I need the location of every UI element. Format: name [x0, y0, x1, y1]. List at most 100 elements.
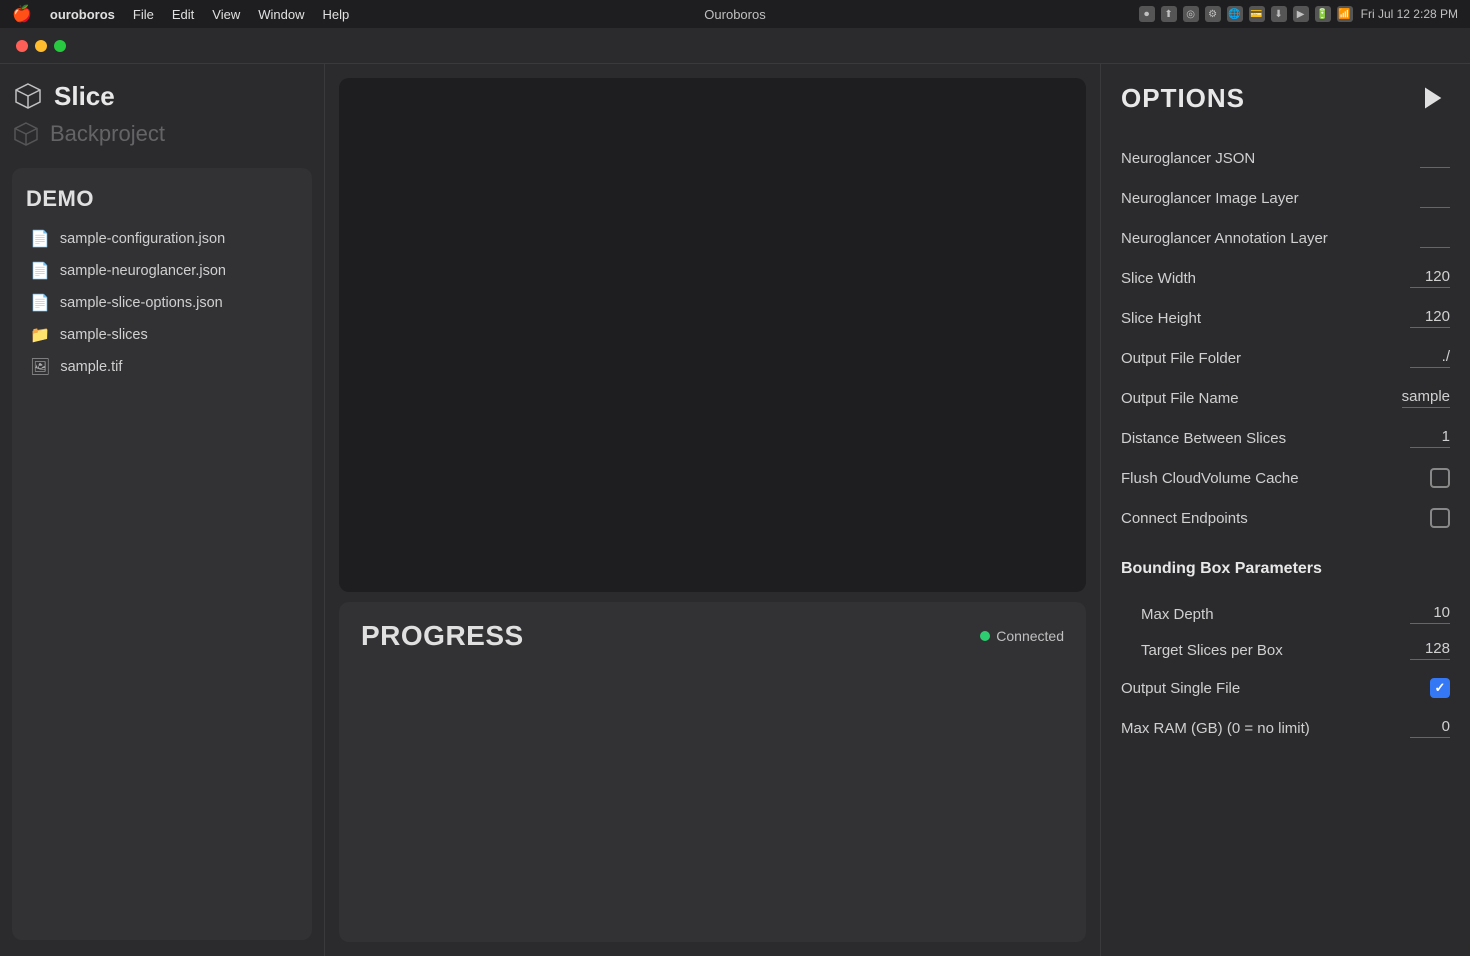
icon-7: ⬇ — [1271, 6, 1287, 22]
option-value[interactable]: ./ — [1410, 348, 1450, 368]
progress-panel: PROGRESS Connected — [339, 602, 1086, 942]
file-name: sample-slices — [60, 327, 148, 343]
list-item[interactable]: 📄 sample-neuroglancer.json — [26, 258, 298, 284]
option-row-target-slices: Target Slices per Box 128 — [1121, 632, 1450, 668]
maximize-button[interactable] — [54, 40, 66, 52]
progress-header: PROGRESS Connected — [361, 620, 1064, 652]
slice-title-row: Slice — [12, 80, 312, 112]
close-button[interactable] — [16, 40, 28, 52]
viewer-panel — [339, 78, 1086, 592]
flush-cache-checkbox[interactable] — [1430, 468, 1450, 488]
output-single-checkbox[interactable] — [1430, 678, 1450, 698]
icon-4: ⚙ — [1205, 6, 1221, 22]
option-value[interactable]: 10 — [1410, 604, 1450, 624]
option-value[interactable]: 128 — [1410, 640, 1450, 660]
menu-window[interactable]: Window — [258, 7, 304, 22]
option-row-neuroglancer-json: Neuroglancer JSON — [1121, 138, 1450, 178]
backproject-icon — [12, 120, 40, 148]
option-value[interactable]: 0 — [1410, 718, 1450, 738]
option-row-distance: Distance Between Slices 1 — [1121, 418, 1450, 458]
run-button[interactable] — [1414, 80, 1450, 116]
connected-dot — [980, 631, 990, 641]
file-name: sample-configuration.json — [60, 231, 225, 247]
icon-3: ◎ — [1183, 6, 1199, 22]
option-row-slice-height: Slice Height 120 — [1121, 298, 1450, 338]
option-label: Neuroglancer JSON — [1121, 150, 1255, 167]
bounding-box-header: Bounding Box Parameters — [1121, 548, 1322, 586]
option-label: Output File Folder — [1121, 350, 1241, 367]
option-label: Output File Name — [1121, 390, 1239, 407]
menu-help[interactable]: Help — [322, 7, 349, 22]
option-label: Target Slices per Box — [1141, 642, 1283, 659]
icon-6: 💳 — [1249, 6, 1265, 22]
menu-file[interactable]: File — [133, 7, 154, 22]
main-layout: Slice Backproject DEMO 📄 sample-configur… — [0, 64, 1470, 956]
menubar-title: Ouroboros — [704, 7, 765, 22]
option-value-blank[interactable] — [1420, 148, 1450, 168]
connected-status: Connected — [996, 628, 1064, 644]
sidebar-header: Slice Backproject — [12, 80, 312, 148]
option-value[interactable]: 120 — [1410, 268, 1450, 288]
option-label: Slice Width — [1121, 270, 1196, 287]
option-row-output-folder: Output File Folder ./ — [1121, 338, 1450, 378]
icon-1: ⏺ — [1139, 6, 1155, 22]
option-row-output-single: Output Single File — [1121, 668, 1450, 708]
sidebar-sub-title: Backproject — [50, 121, 165, 147]
option-label: Output Single File — [1121, 680, 1240, 697]
connect-endpoints-checkbox[interactable] — [1430, 508, 1450, 528]
menubar-datetime: Fri Jul 12 2:28 PM — [1361, 7, 1458, 21]
app-name[interactable]: ouroboros — [50, 7, 115, 22]
demo-label: DEMO — [26, 186, 298, 212]
option-value-blank[interactable] — [1420, 228, 1450, 248]
list-item[interactable]: 📄 sample-configuration.json — [26, 226, 298, 252]
options-panel: OPTIONS Neuroglancer JSON Neuroglancer I… — [1100, 64, 1470, 956]
option-label: Connect Endpoints — [1121, 510, 1248, 527]
slice-icon — [12, 80, 44, 112]
file-name: sample.tif — [60, 359, 122, 375]
sidebar: Slice Backproject DEMO 📄 sample-configur… — [0, 64, 325, 956]
backproject-row: Backproject — [12, 120, 312, 148]
play-icon — [1418, 84, 1446, 112]
center-content: PROGRESS Connected — [325, 64, 1100, 956]
file-list: 📄 sample-configuration.json 📄 sample-neu… — [26, 226, 298, 380]
icon-2: ⬆ — [1161, 6, 1177, 22]
menu-edit[interactable]: Edit — [172, 7, 194, 22]
option-label: Flush CloudVolume Cache — [1121, 470, 1299, 487]
connected-badge: Connected — [980, 628, 1064, 644]
option-label: Slice Height — [1121, 310, 1201, 327]
progress-title: PROGRESS — [361, 620, 524, 652]
minimize-button[interactable] — [35, 40, 47, 52]
file-name: sample-slice-options.json — [60, 295, 223, 311]
menubar: 🍎 ouroboros File Edit View Window Help O… — [0, 0, 1470, 28]
option-label: Distance Between Slices — [1121, 430, 1286, 447]
option-row-slice-width: Slice Width 120 — [1121, 258, 1450, 298]
apple-menu[interactable]: 🍎 — [12, 4, 32, 24]
sidebar-main-title: Slice — [54, 81, 115, 112]
option-value[interactable]: sample — [1402, 388, 1450, 408]
traffic-lights — [16, 40, 66, 52]
battery-icon: 🔋 — [1315, 6, 1331, 22]
menu-view[interactable]: View — [212, 7, 240, 22]
list-item[interactable]: 📁 sample-slices — [26, 322, 298, 348]
option-row-max-ram: Max RAM (GB) (0 = no limit) 0 — [1121, 708, 1450, 748]
option-row-max-depth: Max Depth 10 — [1121, 596, 1450, 632]
list-item[interactable]: 🖼 sample.tif — [26, 354, 298, 380]
option-value[interactable]: 120 — [1410, 308, 1450, 328]
list-item[interactable]: 📄 sample-slice-options.json — [26, 290, 298, 316]
option-label: Neuroglancer Annotation Layer — [1121, 230, 1328, 247]
option-value[interactable]: 1 — [1410, 428, 1450, 448]
file-doc-icon: 📄 — [30, 261, 50, 281]
titlebar — [0, 28, 1470, 64]
option-row-connect-endpoints: Connect Endpoints — [1121, 498, 1450, 538]
bounding-box-header-row: Bounding Box Parameters — [1121, 538, 1450, 596]
file-doc-icon: 📄 — [30, 293, 50, 313]
system-icons: ⏺ ⬆ ◎ ⚙ 🌐 💳 ⬇ ▶ 🔋 📶 — [1139, 6, 1353, 22]
option-row-neuroglancer-image: Neuroglancer Image Layer — [1121, 178, 1450, 218]
icon-8: ▶ — [1293, 6, 1309, 22]
option-row-neuroglancer-annotation: Neuroglancer Annotation Layer — [1121, 218, 1450, 258]
wifi-icon: 📶 — [1337, 6, 1353, 22]
image-file-icon: 🖼 — [30, 357, 50, 377]
file-doc-icon: 📄 — [30, 229, 50, 249]
option-label: Neuroglancer Image Layer — [1121, 190, 1299, 207]
option-value-blank[interactable] — [1420, 188, 1450, 208]
